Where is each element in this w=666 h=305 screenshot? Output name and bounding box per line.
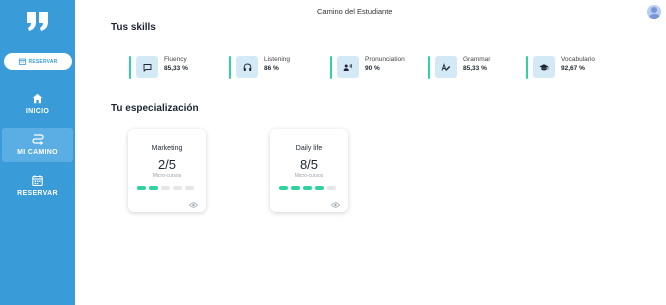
card-subtitle: Micro-cursos [152,173,182,179]
skill-vocabulario: Vocabulario 92,67 % [526,56,595,79]
progress-dot [161,186,170,190]
eye-icon[interactable] [331,195,340,213]
graduation-cap-icon [533,56,555,78]
avatar-body [648,14,660,19]
reserve-button-label: RESERVAR [28,58,58,65]
skills-section-title: Tus skills [111,22,156,33]
reserve-button[interactable]: RESERVAR [4,53,72,70]
skill-value: 85,33 % [164,65,188,72]
home-icon [32,91,43,105]
specialization-card-marketing[interactable]: Marketing 2/5 Micro-cursos [128,129,206,212]
skill-value: 90 % [365,65,380,72]
skill-value: 85,33 % [463,65,487,72]
grammar-edit-icon [435,56,457,78]
eye-icon[interactable] [189,195,198,213]
progress-dot [173,186,182,190]
sidebar-item-mi-camino[interactable]: MI CAMINO [2,128,73,162]
progress-dots [137,186,194,190]
card-subtitle: Micro-cursos [294,173,324,179]
calendar-icon [18,58,26,65]
skill-accent-bar [526,56,528,79]
skill-listening: Listening 86 % [229,56,290,79]
headphones-icon [236,56,258,78]
skill-fluency: Fluency 85,33 % [129,56,188,79]
progress-dot [327,186,336,190]
sidebar-item-label: RESERVAR [17,190,58,197]
progress-dot [149,186,158,190]
skill-name: Fluency [164,56,187,63]
avatar-head [651,7,657,13]
skill-name: Vocabulario [561,56,595,63]
skill-accent-bar [229,56,231,79]
skill-name: Grammar [463,56,491,63]
sidebar-item-inicio[interactable]: INICIO [0,91,75,115]
sidebar-item-label: MI CAMINO [17,149,58,156]
card-title: Marketing [151,145,183,152]
chat-bubble-icon [136,56,158,78]
calendar-icon [32,173,43,187]
logo-icon[interactable] [25,9,51,33]
specialization-card-daily-life[interactable]: Daily life 8/5 Micro-cursos [270,129,348,212]
card-title: Daily life [295,145,323,152]
route-icon [31,132,44,146]
skill-grammar: Grammar 85,33 % [428,56,490,79]
progress-dot [303,186,312,190]
speaking-person-icon [337,56,359,78]
progress-dot [185,186,194,190]
skill-accent-bar [428,56,430,79]
page-title: Camino del Estudiante [317,7,393,16]
progress-dot [279,186,288,190]
sidebar-item-label: INICIO [25,108,50,115]
progress-dot [315,186,324,190]
specialization-section-title: Tu especialización [111,103,199,114]
progress-dot [291,186,300,190]
app: RESERVAR INICIO MI CAMINO RESERVAR Camin… [0,0,666,305]
skill-name: Pronunciation [365,56,405,63]
skill-pronunciation: Pronunciation 90 % [330,56,405,79]
skill-value: 92,67 % [561,65,585,72]
card-progress: 2/5 [157,157,177,172]
progress-dot [137,186,146,190]
card-progress: 8/5 [299,157,319,172]
skill-value: 86 % [264,65,279,72]
sidebar-item-reservar[interactable]: RESERVAR [0,173,75,197]
skill-accent-bar [330,56,332,79]
skill-name: Listening [264,56,291,63]
skill-accent-bar [129,56,131,79]
avatar[interactable] [647,5,661,19]
sidebar: RESERVAR INICIO MI CAMINO RESERVAR [0,0,75,305]
progress-dots [279,186,336,190]
